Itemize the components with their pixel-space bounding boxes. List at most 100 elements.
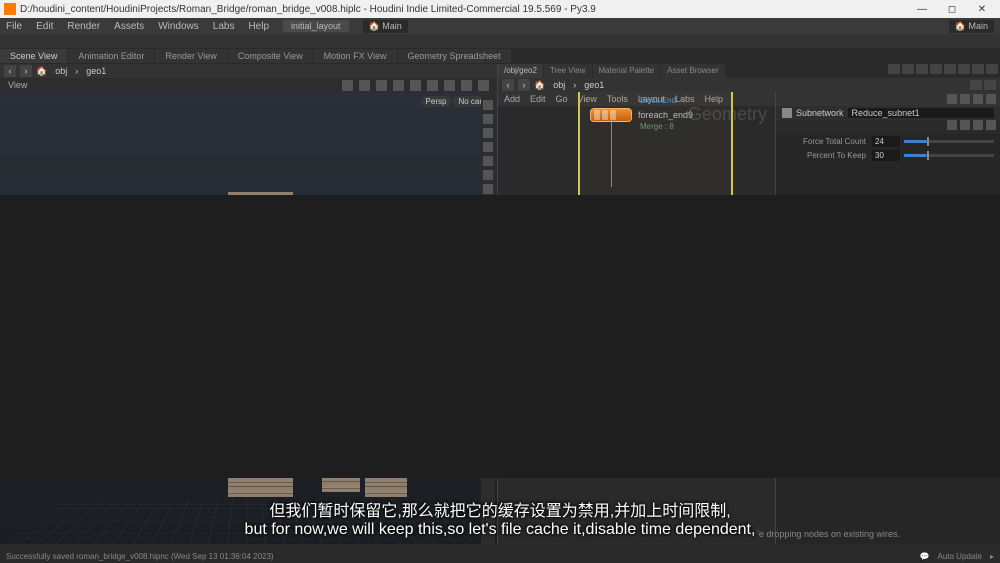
- params-empty-area: [0, 195, 1000, 478]
- vp-tool-icon[interactable]: [359, 80, 370, 91]
- main-right[interactable]: 🏠 Main: [949, 20, 994, 33]
- net-opt-icon[interactable]: [930, 64, 942, 74]
- menu-assets[interactable]: Assets: [114, 21, 144, 32]
- tab-composite[interactable]: Composite View: [228, 49, 313, 63]
- tab-render-view[interactable]: Render View: [155, 49, 226, 63]
- net-menu-add[interactable]: Add: [504, 94, 520, 104]
- persp-pill[interactable]: Persp: [421, 96, 452, 107]
- path-right-icon[interactable]: [970, 80, 982, 90]
- net-opt-icon[interactable]: [986, 64, 998, 74]
- params-tool-row: [776, 120, 1000, 134]
- param-value[interactable]: 24: [872, 136, 900, 147]
- net-opt-icon[interactable]: [902, 64, 914, 74]
- app-icon: [4, 3, 16, 15]
- nav-back-icon[interactable]: ‹: [502, 79, 514, 91]
- minimize-button[interactable]: —: [908, 2, 936, 16]
- tab-material[interactable]: Material Palette: [593, 64, 661, 78]
- vp-side-icon[interactable]: [483, 184, 493, 194]
- params-node-row: Subnetwork Reduce_subnet1: [776, 106, 1000, 120]
- param-row: Force Total Count 24: [776, 134, 1000, 148]
- vp-tool-icon[interactable]: [427, 80, 438, 91]
- vp-side-icon[interactable]: [483, 128, 493, 138]
- nav-fwd-icon[interactable]: ›: [518, 79, 530, 91]
- grid-floor: [0, 499, 497, 544]
- vp-tool-icon[interactable]: [410, 80, 421, 91]
- menu-file[interactable]: File: [6, 21, 22, 32]
- menu-help[interactable]: Help: [248, 21, 269, 32]
- close-button[interactable]: ✕: [968, 2, 996, 16]
- home-icon[interactable]: 🏠: [534, 80, 545, 91]
- net-opt-icon[interactable]: [972, 64, 984, 74]
- menu-labs[interactable]: Labs: [213, 21, 235, 32]
- param-tool-icon[interactable]: [973, 120, 983, 130]
- node-wire: [611, 117, 612, 187]
- statusbar: Successfully saved roman_bridge_v008.hip…: [0, 549, 1000, 563]
- menubar: File Edit Render Assets Windows Labs Hel…: [0, 18, 1000, 34]
- menu-windows[interactable]: Windows: [158, 21, 199, 32]
- param-tool-icon[interactable]: [986, 120, 996, 130]
- vp-side-icon[interactable]: [483, 100, 493, 110]
- net-opt-icon[interactable]: [944, 64, 956, 74]
- net-opt-icon[interactable]: [958, 64, 970, 74]
- desktop-select[interactable]: initial_layout: [283, 20, 349, 32]
- vp-side-icon[interactable]: [483, 142, 493, 152]
- vp-side-icon[interactable]: [483, 156, 493, 166]
- node-name-field[interactable]: Reduce_subnet1: [848, 108, 994, 118]
- vp-tool-icon[interactable]: [376, 80, 387, 91]
- left-tab-row: Scene View Animation Editor Render View …: [0, 48, 1000, 64]
- net-menu-edit[interactable]: Edit: [530, 94, 546, 104]
- vp-side-icon[interactable]: [483, 170, 493, 180]
- tab-geo-spreadsheet[interactable]: Geometry Spreadsheet: [398, 49, 511, 63]
- nav-fwd-icon[interactable]: ›: [20, 65, 32, 77]
- menu-render[interactable]: Render: [67, 21, 100, 32]
- pin-icon[interactable]: [947, 94, 957, 104]
- path-obj[interactable]: obj: [549, 80, 569, 90]
- vp-tool-icon[interactable]: [478, 80, 489, 91]
- tab-anim-editor[interactable]: Animation Editor: [68, 49, 154, 63]
- chat-icon[interactable]: 💬: [920, 552, 930, 561]
- param-tool-icon[interactable]: [960, 120, 970, 130]
- param-value[interactable]: 30: [872, 150, 900, 161]
- gear-icon[interactable]: [960, 94, 970, 104]
- tab-scene-view[interactable]: Scene View: [0, 49, 67, 63]
- tab-tree-view[interactable]: Tree View: [544, 64, 592, 78]
- left-path-bar: ‹ › 🏠 obj › geo1: [0, 64, 497, 78]
- net-opt-icon[interactable]: [888, 64, 900, 74]
- param-slider[interactable]: [904, 140, 994, 143]
- param-label: Percent To Keep: [782, 151, 872, 160]
- tab-asset-browser[interactable]: Asset Browser: [661, 64, 725, 78]
- nav-back-icon[interactable]: ‹: [4, 65, 16, 77]
- maximize-button[interactable]: ◻: [938, 2, 966, 16]
- node-info-label: Merge : 8: [640, 122, 674, 131]
- vp-tool-icon[interactable]: [342, 80, 353, 91]
- right-tab-row: /obj/geo2 Tree View Material Palette Ass…: [498, 64, 1000, 78]
- path-right-icon[interactable]: [984, 80, 996, 90]
- tab-obj-geo2[interactable]: /obj/geo2: [498, 64, 543, 78]
- menu-edit[interactable]: Edit: [36, 21, 53, 32]
- view-label-bar: View: [0, 78, 497, 92]
- vp-tool-icon[interactable]: [461, 80, 472, 91]
- vp-tool-icon[interactable]: [393, 80, 404, 91]
- node-type-label: Subnetwork: [796, 108, 844, 118]
- home-icon[interactable]: 🏠: [36, 66, 47, 77]
- update-icon[interactable]: ▸: [990, 552, 994, 561]
- vp-tool-icon[interactable]: [444, 80, 455, 91]
- titlebar: D:/houdini_content/HoudiniProjects/Roman…: [0, 0, 1000, 18]
- shelf-bar: [0, 34, 1000, 48]
- expand-icon[interactable]: [986, 94, 996, 104]
- main-context[interactable]: 🏠 Main: [363, 20, 408, 33]
- node-type-label: Block End: [640, 96, 676, 105]
- help-icon[interactable]: [973, 94, 983, 104]
- param-label: Force Total Count: [782, 137, 872, 146]
- param-tool-icon[interactable]: [947, 120, 957, 130]
- tab-motion-fx[interactable]: Motion FX View: [314, 49, 397, 63]
- param-slider[interactable]: [904, 154, 994, 157]
- net-opt-icon[interactable]: [916, 64, 928, 74]
- update-mode[interactable]: Auto Update: [938, 552, 982, 561]
- node-foreach-end[interactable]: Block End foreach_end9 Merge : 8: [590, 108, 693, 122]
- vp-side-icon[interactable]: [483, 114, 493, 124]
- net-menu-go[interactable]: Go: [556, 94, 568, 104]
- path-obj[interactable]: obj: [51, 66, 71, 76]
- path-geo1[interactable]: geo1: [82, 66, 110, 76]
- path-geo1[interactable]: geo1: [580, 80, 608, 90]
